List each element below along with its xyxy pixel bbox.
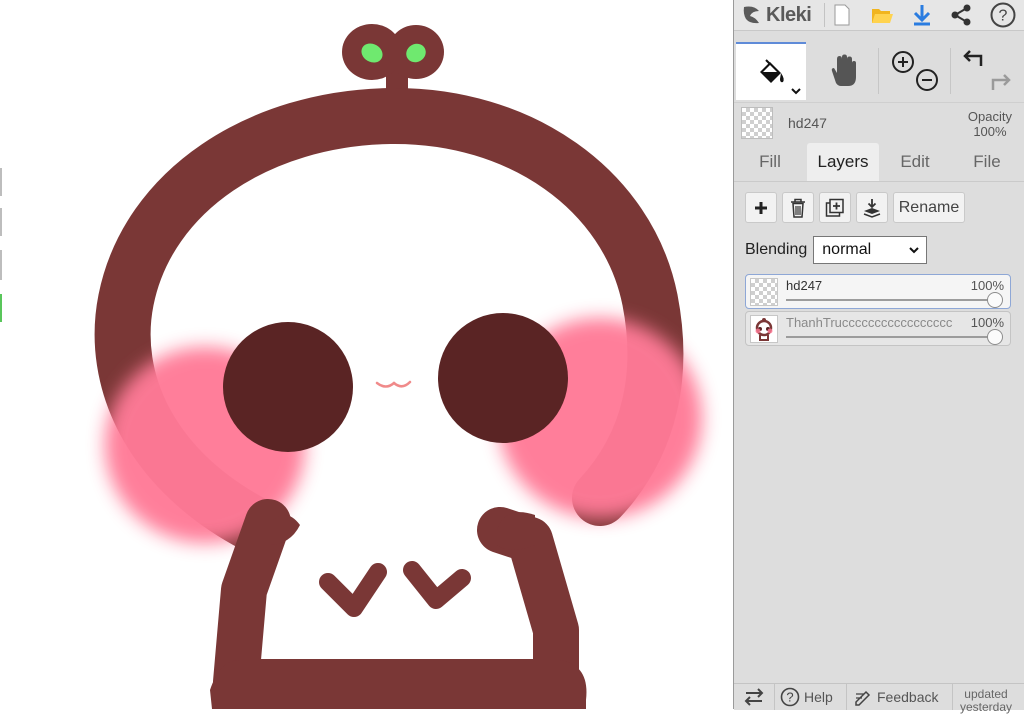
layer-opacity-track[interactable]: [786, 299, 990, 301]
chevron-down-icon: [909, 247, 919, 254]
side-panel: Kleki ? hd247 Opacity 100% Fill Layers E…: [733, 0, 1024, 714]
help-icon: ?: [780, 687, 800, 707]
new-document-icon: [834, 4, 850, 26]
add-layer-button[interactable]: [745, 192, 777, 223]
feedback-label: Feedback: [877, 689, 939, 705]
share-button[interactable]: [947, 0, 975, 30]
swap-ui-button[interactable]: [742, 684, 770, 710]
drawing-canvas[interactable]: [0, 0, 733, 709]
left-hand: [319, 563, 387, 617]
top-toolbar: Kleki ?: [734, 0, 1024, 31]
blending-label: Blending: [745, 241, 808, 258]
help-button[interactable]: ?: [988, 0, 1018, 30]
layer-opacity-slider-knob[interactable]: [987, 329, 1003, 345]
plus-icon: [755, 201, 767, 214]
app-name: Kleki: [766, 3, 812, 26]
kleki-logo[interactable]: Kleki: [740, 0, 824, 30]
help-icon: ?: [990, 2, 1016, 28]
delete-layer-button[interactable]: [782, 192, 814, 223]
duplicate-icon: [825, 198, 844, 217]
layer-actions: Rename: [734, 192, 1024, 226]
tab-layers[interactable]: Layers: [807, 143, 879, 181]
right-hand: [403, 561, 471, 609]
zoom-out-icon[interactable]: [916, 69, 938, 91]
layer-thumbnail: [750, 278, 778, 306]
bottom-bar: ? Help Feedback updated yesterday: [734, 683, 1024, 714]
paint-bucket-tool[interactable]: [736, 42, 806, 100]
svg-text:?: ?: [999, 8, 1008, 25]
rename-layer-button[interactable]: Rename: [893, 192, 965, 223]
hand-icon: [831, 54, 856, 86]
swap-icon: [744, 688, 764, 706]
blending-selected-value: normal: [822, 241, 872, 258]
download-button[interactable]: [908, 0, 936, 30]
hand-tool[interactable]: [808, 42, 878, 100]
layer-item-thanhtruc[interactable]: ThanhTruccccccccccccccccc 100%: [745, 311, 1011, 346]
blending-row: Blending normal: [745, 235, 928, 265]
current-layer-thumbnail: [741, 107, 773, 139]
svg-text:?: ?: [786, 690, 793, 705]
tab-edit[interactable]: Edit: [880, 143, 950, 181]
chevron-down-icon: [791, 88, 801, 95]
feedback-icon: [855, 690, 871, 706]
zoom-in-icon[interactable]: [892, 51, 914, 73]
merge-down-icon: [863, 198, 881, 218]
layer-name: hd247: [786, 278, 823, 293]
kleki-logo-icon: [743, 6, 759, 24]
current-layer-name: hd247: [788, 115, 827, 131]
open-folder-icon: [872, 9, 893, 23]
undo-redo-tools: [952, 42, 1022, 100]
download-icon: [913, 5, 931, 26]
trash-icon: [791, 198, 805, 218]
tool-row: [734, 42, 1024, 102]
tab-fill[interactable]: Fill: [734, 143, 806, 181]
opacity-label: Opacity: [967, 109, 1012, 124]
new-document-button[interactable]: [830, 0, 854, 30]
layer-thumbnail: [750, 315, 778, 343]
paint-bucket-icon: [760, 59, 784, 83]
redo-icon[interactable]: [991, 74, 1011, 90]
open-file-button[interactable]: [868, 0, 896, 30]
right-eye: [438, 313, 568, 443]
blending-select[interactable]: normal: [813, 236, 928, 264]
panel-tabs: Fill Layers Edit File: [734, 143, 1024, 182]
layer-name: ThanhTruccccccccccccccccc: [786, 315, 953, 330]
undo-icon[interactable]: [963, 50, 983, 66]
layer-opacity: 100%: [968, 278, 1004, 293]
current-layer-opacity[interactable]: Opacity 100%: [968, 109, 1012, 139]
help-label: Help: [804, 689, 833, 705]
opacity-value: 100%: [973, 124, 1007, 139]
merge-layer-button[interactable]: [856, 192, 888, 223]
layer-item-hd247[interactable]: hd247 100%: [745, 274, 1011, 309]
current-layer-info: hd247 Opacity 100%: [734, 102, 1024, 143]
canvas-artwork: [94, 24, 702, 709]
updated-label[interactable]: updated yesterday: [958, 688, 1014, 714]
duplicate-layer-button[interactable]: [819, 192, 851, 223]
share-icon: [951, 4, 971, 26]
left-eye: [223, 322, 353, 452]
layer-opacity-track[interactable]: [786, 336, 990, 338]
tab-file[interactable]: File: [952, 143, 1022, 181]
zoom-tools: [880, 42, 950, 100]
help-link[interactable]: ? Help: [780, 684, 842, 710]
layer-opacity: 100%: [968, 315, 1004, 330]
character-thumbnail-icon: [755, 318, 773, 341]
layer-opacity-slider-knob[interactable]: [987, 292, 1003, 308]
feedback-link[interactable]: Feedback: [854, 684, 950, 710]
sprout: [342, 24, 444, 103]
mouth: [375, 380, 412, 388]
